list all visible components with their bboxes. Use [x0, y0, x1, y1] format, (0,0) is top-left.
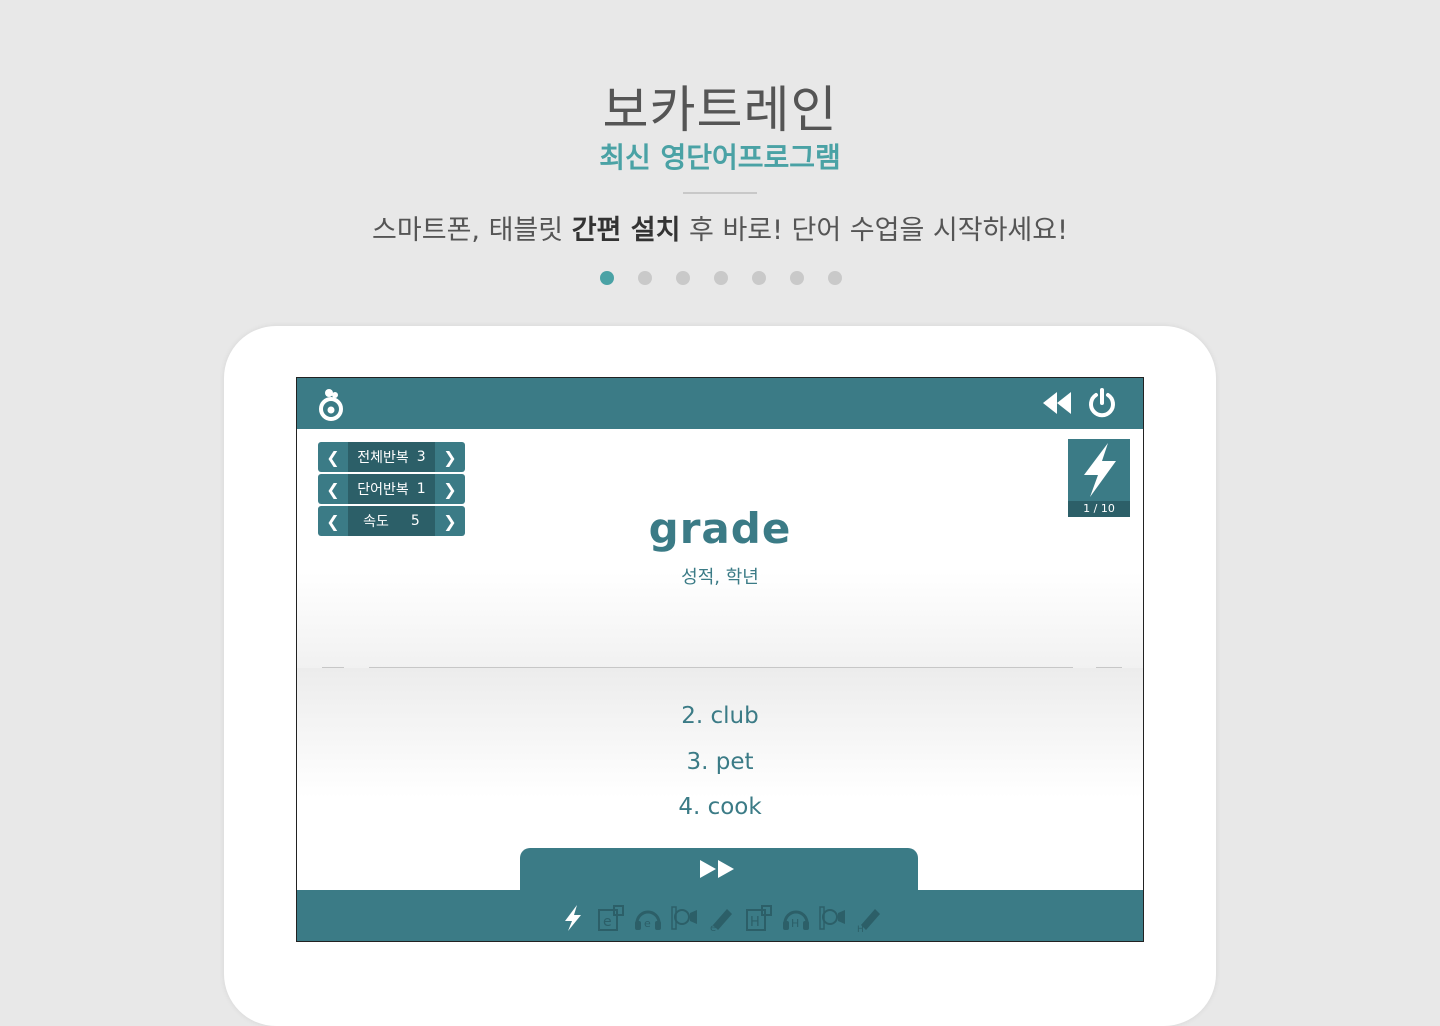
svg-text:e: e	[644, 917, 651, 930]
repeat-word-label: 단어반복	[357, 482, 409, 498]
e-listen-mode-icon[interactable]: e	[633, 903, 663, 933]
repeat-all-increase-chevron-right-icon[interactable]: ❯	[435, 442, 465, 472]
fast-forward-icon	[700, 860, 734, 878]
repeat-all-decrease-chevron-left-icon[interactable]: ❮	[318, 442, 348, 472]
h-book-mode-icon[interactable]: H	[744, 903, 774, 933]
h-listen-mode-icon[interactable]: H	[781, 903, 811, 933]
repeat-all-label: 전체반복	[357, 450, 409, 466]
power-icon[interactable]	[1087, 387, 1117, 419]
e-book-mode-icon[interactable]: e	[596, 903, 626, 933]
app-logo-icon	[319, 389, 343, 421]
svg-text:e: e	[710, 923, 716, 933]
carousel-dot-3[interactable]	[676, 271, 690, 285]
repeat-word-control: ❮ 단어반복 1 ❯	[318, 474, 465, 504]
e-write-mode-icon[interactable]: e	[707, 903, 737, 933]
hero-desc-post: 후 바로! 단어 수업을 시작하세요!	[680, 215, 1068, 246]
next-button[interactable]	[520, 848, 918, 898]
carousel-dots	[600, 271, 842, 285]
current-word: grade	[648, 504, 792, 553]
app-top-bar	[297, 378, 1143, 429]
svg-text:H: H	[857, 925, 864, 933]
carousel-dot-1[interactable]	[600, 271, 614, 285]
options-area-background	[297, 668, 1143, 798]
svg-text:H: H	[791, 917, 799, 930]
mode-toolbar: e e e H H H	[559, 902, 885, 934]
carousel-dot-5[interactable]	[752, 271, 766, 285]
hero-divider	[683, 192, 757, 194]
hero-desc-bold: 간편 설치	[571, 215, 681, 246]
bolt-mode-icon[interactable]	[559, 903, 589, 933]
carousel-dot-6[interactable]	[790, 271, 804, 285]
hero-subtitle: 최신 영단어프로그램	[599, 141, 841, 174]
rewind-icon[interactable]	[1041, 390, 1075, 416]
bolt-icon	[1084, 443, 1116, 497]
carousel-dot-7[interactable]	[828, 271, 842, 285]
answer-option[interactable]: 3. pet	[297, 749, 1143, 775]
answer-option[interactable]: 2. club	[297, 703, 1143, 729]
svg-text:H: H	[750, 915, 760, 930]
repeat-word-decrease-chevron-left-icon[interactable]: ❮	[318, 474, 348, 504]
repeat-word-increase-chevron-right-icon[interactable]: ❯	[435, 474, 465, 504]
svg-text:e: e	[603, 914, 612, 930]
carousel-dot-2[interactable]	[638, 271, 652, 285]
h-write-mode-icon[interactable]: H	[855, 903, 885, 933]
app-screen: ❮ 전체반복 3 ❯ ❮ 단어반복 1 ❯ ❮ 속도 5 ❯ 1 / 10 grade…	[296, 377, 1144, 942]
word-meaning: 성적, 학년	[681, 567, 759, 588]
repeat-word-value: 1	[416, 481, 426, 497]
repeat-all-control: ❮ 전체반복 3 ❯	[318, 442, 465, 472]
carousel-dot-4[interactable]	[714, 271, 728, 285]
e-speak-mode-icon[interactable]	[670, 903, 700, 933]
repeat-all-value: 3	[416, 449, 426, 465]
hero-desc-pre: 스마트폰, 태블릿	[372, 215, 572, 246]
answer-option[interactable]: 4. cook	[297, 794, 1143, 820]
hero-title: 보카트레인	[602, 81, 838, 139]
h-speak-mode-icon[interactable]	[818, 903, 848, 933]
hero-description: 스마트폰, 태블릿 간편 설치 후 바로! 단어 수업을 시작하세요!	[0, 208, 1440, 247]
